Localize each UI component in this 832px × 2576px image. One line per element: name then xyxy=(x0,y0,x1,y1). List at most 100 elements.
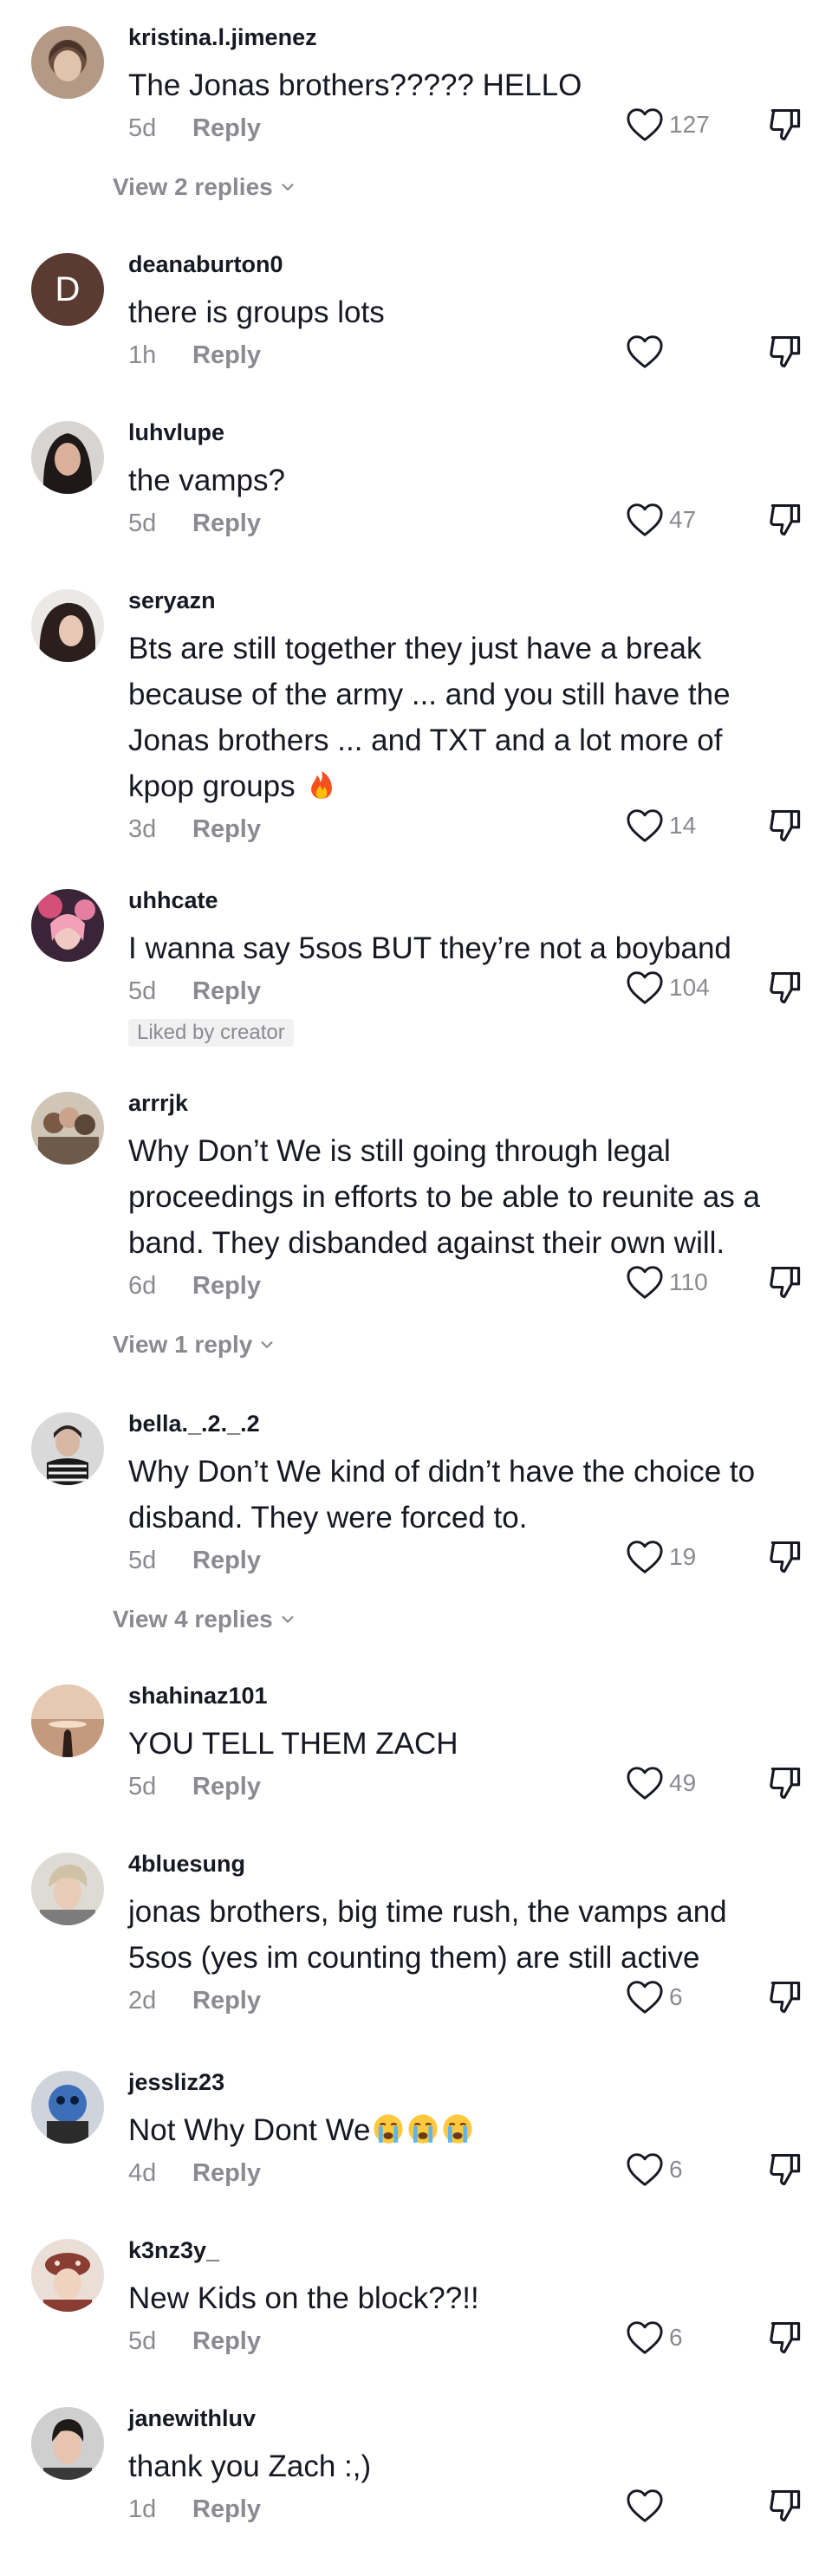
view-replies-button[interactable]: View 4 replies xyxy=(113,1606,297,1633)
comment-meta: 1h Reply xyxy=(128,341,261,370)
like-count: 47 xyxy=(669,506,697,533)
comment-time: 1d xyxy=(128,2495,157,2523)
comment-time: 2d xyxy=(128,1987,157,2015)
comment-item: janewithluv thank you Zach :,) 1d Reply xyxy=(0,2405,832,2544)
reply-button[interactable]: Reply xyxy=(192,1547,261,1574)
avatar[interactable] xyxy=(31,26,104,99)
like-count: 104 xyxy=(669,974,710,1001)
view-replies-button[interactable]: View 1 reply xyxy=(113,1331,276,1359)
comment-time: 4d xyxy=(128,2159,157,2187)
avatar[interactable] xyxy=(31,2407,104,2480)
dislike-button[interactable] xyxy=(766,1538,804,1580)
like-button[interactable]: 6 xyxy=(626,1980,683,2015)
reply-button[interactable]: Reply xyxy=(192,977,261,1005)
comment-time: 5d xyxy=(128,1547,157,1574)
comment-text: Why Don’t We is still going through lega… xyxy=(128,1134,761,1260)
comment-item: uhhcate I wanna say 5sos BUT they’re not… xyxy=(0,887,832,1061)
comment-username[interactable]: janewithluv xyxy=(128,2405,256,2432)
like-button[interactable]: 14 xyxy=(626,808,696,843)
comment-username[interactable]: kristina.l.jimenez xyxy=(128,24,317,51)
reply-button[interactable]: Reply xyxy=(192,114,261,142)
avatar[interactable]: D xyxy=(31,253,104,326)
like-button[interactable] xyxy=(626,334,669,369)
heart-icon xyxy=(627,2153,663,2186)
comment-meta: 4d Reply xyxy=(128,2159,261,2188)
like-button[interactable]: 6 xyxy=(626,2152,683,2187)
avatar[interactable] xyxy=(31,589,104,662)
heart-icon xyxy=(627,809,663,842)
dislike-button[interactable] xyxy=(766,2487,804,2529)
comment-username[interactable]: arrrjk xyxy=(128,1090,188,1117)
like-button[interactable]: 49 xyxy=(626,1766,696,1801)
dislike-button[interactable] xyxy=(766,1263,804,1306)
comment-username[interactable]: k3nz3y_ xyxy=(128,2237,219,2264)
thumbs-down-icon xyxy=(770,503,801,536)
reply-button[interactable]: Reply xyxy=(192,2327,261,2355)
like-button[interactable]: 47 xyxy=(626,503,696,537)
avatar[interactable] xyxy=(31,421,104,494)
avatar[interactable] xyxy=(31,2239,104,2312)
like-button[interactable]: 127 xyxy=(626,107,710,142)
comment-list: kristina.l.jimenez The Jonas brothers???… xyxy=(0,0,832,2576)
heart-icon xyxy=(627,1767,663,1800)
chevron-down-icon xyxy=(261,1341,273,1348)
crying-emoji xyxy=(408,2114,439,2144)
like-count: 49 xyxy=(669,1769,697,1796)
reply-button[interactable]: Reply xyxy=(192,2495,261,2523)
comment-time: 6d xyxy=(128,1272,157,1300)
avatar[interactable] xyxy=(31,2071,104,2144)
like-button[interactable] xyxy=(626,2488,669,2523)
reply-button[interactable]: Reply xyxy=(192,1272,261,1300)
thumbs-down-icon xyxy=(770,2321,801,2354)
comment-username[interactable]: jessliz23 xyxy=(128,2069,224,2096)
like-button[interactable]: 6 xyxy=(626,2320,683,2355)
view-replies-label: View 1 reply xyxy=(113,1331,253,1358)
dislike-button[interactable] xyxy=(766,333,804,375)
comment-username[interactable]: bella._.2._.2 xyxy=(128,1411,260,1437)
reply-button[interactable]: Reply xyxy=(192,341,261,369)
heart-icon xyxy=(627,1541,663,1574)
dislike-button[interactable] xyxy=(766,969,804,1011)
avatar[interactable] xyxy=(31,1412,104,1485)
avatar[interactable] xyxy=(31,1853,104,1925)
reply-button[interactable]: Reply xyxy=(192,815,261,843)
dislike-button[interactable] xyxy=(766,1978,804,2021)
comment-username[interactable]: seryazn xyxy=(128,587,216,614)
like-count: 6 xyxy=(669,2324,683,2351)
thumbs-down-icon xyxy=(770,335,801,368)
dislike-button[interactable] xyxy=(766,2151,804,2193)
reply-button[interactable]: Reply xyxy=(192,509,261,537)
like-button[interactable]: 110 xyxy=(626,1265,708,1300)
comment-username[interactable]: 4bluesung xyxy=(128,1851,245,1878)
comment-meta: 5d Reply xyxy=(128,114,261,143)
chevron-down-icon xyxy=(282,1616,294,1623)
like-count: 6 xyxy=(669,2156,683,2183)
reply-button[interactable]: Reply xyxy=(192,1773,261,1801)
comment-item: arrrjk Why Don’t We is still going throu… xyxy=(0,1090,832,1367)
dislike-button[interactable] xyxy=(766,501,804,543)
comment-text-content: Bts are still together they just have a … xyxy=(128,632,731,803)
crying-emoji xyxy=(374,2114,404,2144)
comment-item: k3nz3y_ New Kids on the block??!! 5d Repl… xyxy=(0,2237,832,2367)
comment-item: jessliz23 Not Why Dont We 4d Reply 6 xyxy=(0,2069,832,2199)
reply-button[interactable]: Reply xyxy=(192,2159,261,2187)
comment-time: 3d xyxy=(128,815,157,843)
comment-meta: 2d Reply xyxy=(128,1987,261,2015)
reply-button[interactable]: Reply xyxy=(192,1987,261,2015)
comment-time: 5d xyxy=(128,1773,157,1801)
dislike-button[interactable] xyxy=(766,807,804,849)
like-button[interactable]: 19 xyxy=(626,1540,696,1574)
comment-username[interactable]: uhhcate xyxy=(128,887,218,914)
comment-username[interactable]: luhvlupe xyxy=(128,419,224,446)
crying-emoji xyxy=(443,2114,473,2144)
view-replies-button[interactable]: View 2 replies xyxy=(113,173,297,201)
dislike-button[interactable] xyxy=(766,106,804,148)
dislike-button[interactable] xyxy=(766,2319,804,2361)
avatar[interactable] xyxy=(31,1092,104,1165)
avatar[interactable] xyxy=(31,1684,104,1757)
comment-username[interactable]: shahinaz101 xyxy=(128,1683,268,1710)
dislike-button[interactable] xyxy=(766,1764,804,1807)
comment-username[interactable]: deanaburton0 xyxy=(128,251,283,278)
avatar[interactable] xyxy=(31,889,104,962)
like-button[interactable]: 104 xyxy=(626,970,710,1005)
